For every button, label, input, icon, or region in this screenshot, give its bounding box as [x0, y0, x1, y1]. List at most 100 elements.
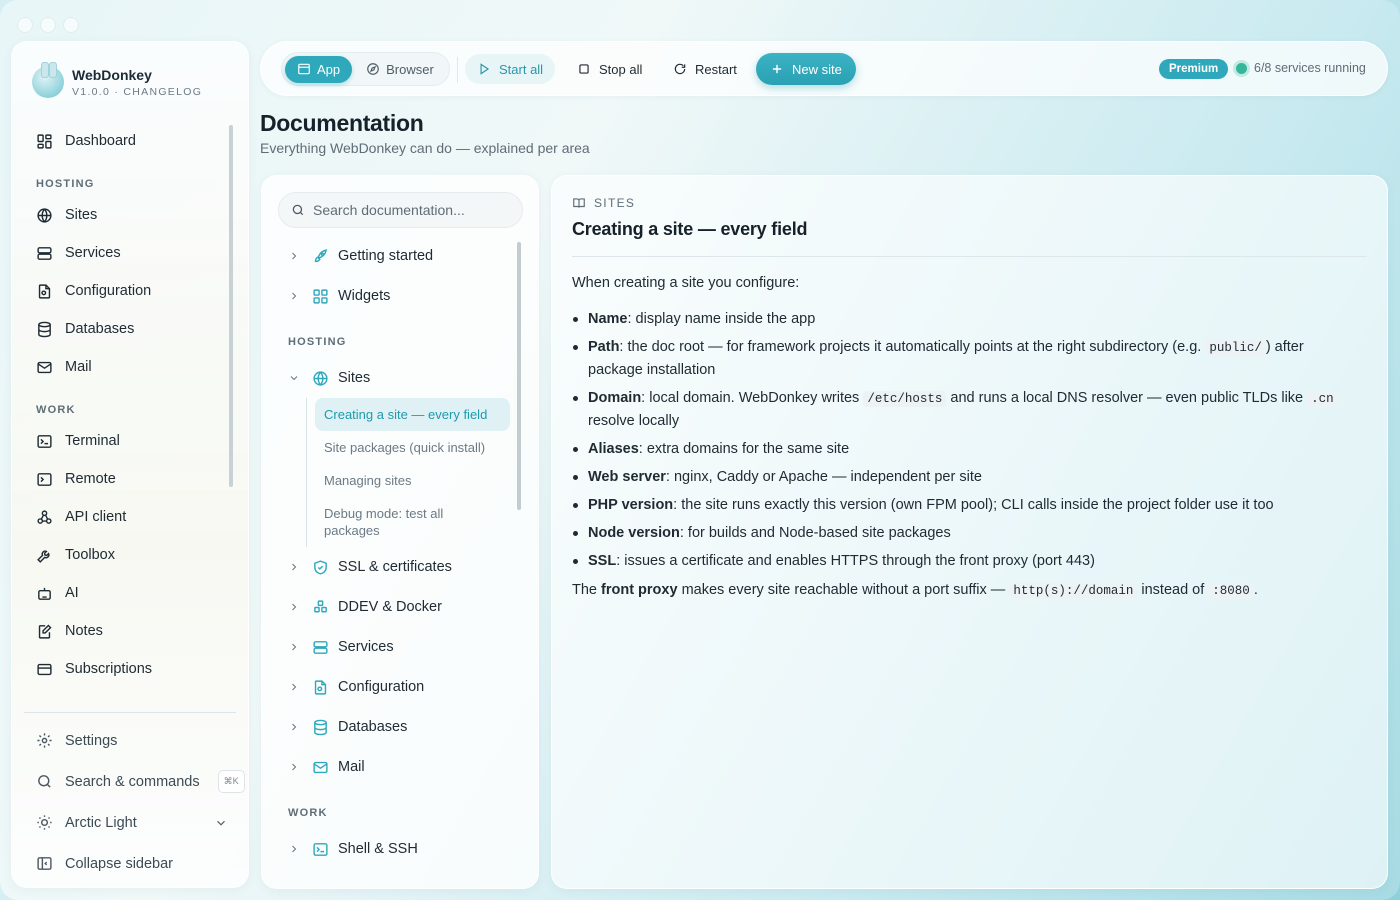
- sidebar-item-settings[interactable]: Settings: [12, 720, 250, 761]
- toolbar-divider: [457, 57, 458, 83]
- mode-app-button[interactable]: App: [285, 55, 353, 83]
- doc-subitem-site-packages[interactable]: Site packages (quick install): [315, 431, 505, 464]
- doc-section-work: WORK: [288, 807, 328, 819]
- chevron-right-icon: [292, 763, 297, 771]
- sidebar-item-terminal[interactable]: Terminal: [12, 422, 250, 460]
- doc-item-label: SSL & certificates: [338, 559, 452, 575]
- doc-item-mail[interactable]: Mail: [262, 747, 522, 787]
- collapse-sidebar-button[interactable]: Collapse sidebar: [12, 843, 250, 884]
- sidebar-item-api-client[interactable]: API client: [12, 498, 250, 536]
- search-commands-button[interactable]: Search & commands ⌘K: [12, 761, 250, 802]
- sidebar-item-notes[interactable]: Notes: [12, 612, 250, 650]
- inline-code: public/: [1205, 340, 1266, 356]
- doc-item-sites[interactable]: Sites: [262, 358, 522, 398]
- page-subtitle: Everything WebDonkey can do — explained …: [260, 140, 590, 156]
- sidebar-item-toolbox[interactable]: Toolbox: [12, 536, 250, 574]
- sidebar-item-dashboard[interactable]: Dashboard: [12, 122, 250, 160]
- sidebar-footer: Settings Search & commands ⌘K Arctic Lig…: [12, 720, 250, 884]
- minimize-window-button[interactable]: [41, 18, 55, 32]
- sidebar-divider: [24, 712, 236, 713]
- keyboard-shortcut-badge: ⌘K: [217, 770, 245, 793]
- premium-badge[interactable]: Premium: [1159, 59, 1229, 79]
- sites-subtree: Creating a site — every field Site packa…: [306, 398, 522, 547]
- restart-button[interactable]: Restart: [661, 54, 749, 84]
- sidebar-item-label: Mail: [65, 359, 92, 375]
- doc-item-getting-started[interactable]: Getting started: [262, 236, 522, 276]
- doc-item-ddev-docker[interactable]: DDEV & Docker: [262, 587, 522, 627]
- sidebar-item-databases[interactable]: Databases: [12, 310, 250, 348]
- start-all-label: Start all: [499, 61, 544, 77]
- field-name-label: Web server: [588, 469, 666, 485]
- field-description: : nginx, Caddy or Apache — independent p…: [665, 469, 982, 485]
- list-item: Domain: local domain. WebDonkey writes /…: [572, 387, 1342, 432]
- mail-icon: [313, 761, 328, 773]
- status-indicator-dot: [1236, 63, 1247, 74]
- sidebar-item-label: Databases: [65, 321, 135, 337]
- doc-item-ssl[interactable]: SSL & certificates: [262, 547, 522, 587]
- field-description: resolve locally: [588, 413, 680, 429]
- server-icon: [37, 246, 52, 260]
- maximize-window-button[interactable]: [64, 18, 78, 32]
- version-changelog-link[interactable]: V1.0.0 · CHANGELOG: [72, 86, 202, 98]
- article-intro: When creating a site you configure:: [572, 275, 800, 291]
- app-window-icon: [298, 63, 310, 75]
- gear-icon: [37, 733, 52, 748]
- chevron-right-icon: [292, 723, 297, 731]
- outro-text: instead of: [1137, 582, 1209, 598]
- sidebar-scrollbar[interactable]: [229, 125, 233, 487]
- terminal-icon: [37, 434, 52, 448]
- sidebar-item-label: API client: [65, 509, 127, 525]
- breadcrumb: SITES: [572, 196, 635, 210]
- sidebar-item-remote[interactable]: Remote: [12, 460, 250, 498]
- inline-code: :8080: [1208, 583, 1254, 599]
- sidebar-item-subscriptions[interactable]: Subscriptions: [12, 650, 250, 688]
- inline-code: /etc/hosts: [863, 391, 947, 407]
- article-outro: The front proxy makes every site reachab…: [572, 582, 1258, 599]
- sidebar-item-label: Terminal: [65, 433, 120, 449]
- sidebar-item-sites[interactable]: Sites: [12, 196, 250, 234]
- doc-subitem-debug-mode[interactable]: Debug mode: test all packages: [315, 497, 485, 547]
- stop-all-button[interactable]: Stop all: [565, 54, 654, 84]
- field-name-label: Name: [588, 311, 628, 327]
- doc-tree: Getting started Widgets HOSTING Sites Cr…: [262, 236, 522, 869]
- start-all-button[interactable]: Start all: [465, 54, 556, 84]
- app-window: WebDonkey V1.0.0 · CHANGELOG Dashboard H…: [0, 0, 1400, 900]
- config-file-icon: [38, 283, 51, 299]
- donkey-logo-icon: [32, 62, 64, 98]
- doc-item-widgets[interactable]: Widgets: [262, 276, 522, 316]
- new-site-button[interactable]: New site: [756, 53, 856, 85]
- sidebar-item-label: Settings: [65, 732, 118, 749]
- doc-subitem-creating-a-site[interactable]: Creating a site — every field: [315, 398, 510, 431]
- field-name-label: PHP version: [588, 497, 674, 513]
- doc-search[interactable]: [278, 192, 523, 228]
- sidebar-item-mail[interactable]: Mail: [12, 348, 250, 386]
- terminal-icon: [313, 842, 328, 856]
- brand[interactable]: WebDonkey V1.0.0 · CHANGELOG: [32, 62, 202, 98]
- sidebar-item-configuration[interactable]: Configuration: [12, 272, 250, 310]
- doc-subitem-managing-sites[interactable]: Managing sites: [315, 464, 505, 497]
- sidebar-item-ai[interactable]: AI: [12, 574, 250, 612]
- app-name: WebDonkey: [72, 66, 152, 83]
- services-status[interactable]: 6/8 services running: [1254, 61, 1366, 75]
- close-window-button[interactable]: [18, 18, 32, 32]
- doc-item-databases[interactable]: Databases: [262, 707, 522, 747]
- globe-icon: [313, 370, 328, 386]
- sidebar-section-hosting: HOSTING: [36, 178, 95, 190]
- sidebar-item-label: Subscriptions: [65, 661, 153, 677]
- chevron-right-icon: [292, 845, 297, 853]
- field-name-label: Node version: [588, 525, 680, 541]
- doc-item-configuration[interactable]: Configuration: [262, 667, 522, 707]
- doc-item-shell-ssh[interactable]: Shell & SSH: [262, 829, 522, 869]
- sidebar-section-work: WORK: [36, 404, 76, 416]
- sidebar-item-services[interactable]: Services: [12, 234, 250, 272]
- doc-search-input[interactable]: [313, 202, 513, 218]
- webhook-icon: [37, 509, 52, 524]
- theme-selector[interactable]: Arctic Light: [12, 802, 250, 843]
- doc-item-services[interactable]: Services: [262, 627, 522, 667]
- sidebar-item-label: Configuration: [65, 283, 152, 299]
- doc-item-label: Shell & SSH: [338, 841, 418, 857]
- mode-browser-label: Browser: [386, 61, 434, 77]
- chevron-right-icon: [292, 292, 297, 300]
- mode-browser-button[interactable]: Browser: [354, 56, 446, 83]
- inline-code: http(s)://domain: [1009, 583, 1138, 599]
